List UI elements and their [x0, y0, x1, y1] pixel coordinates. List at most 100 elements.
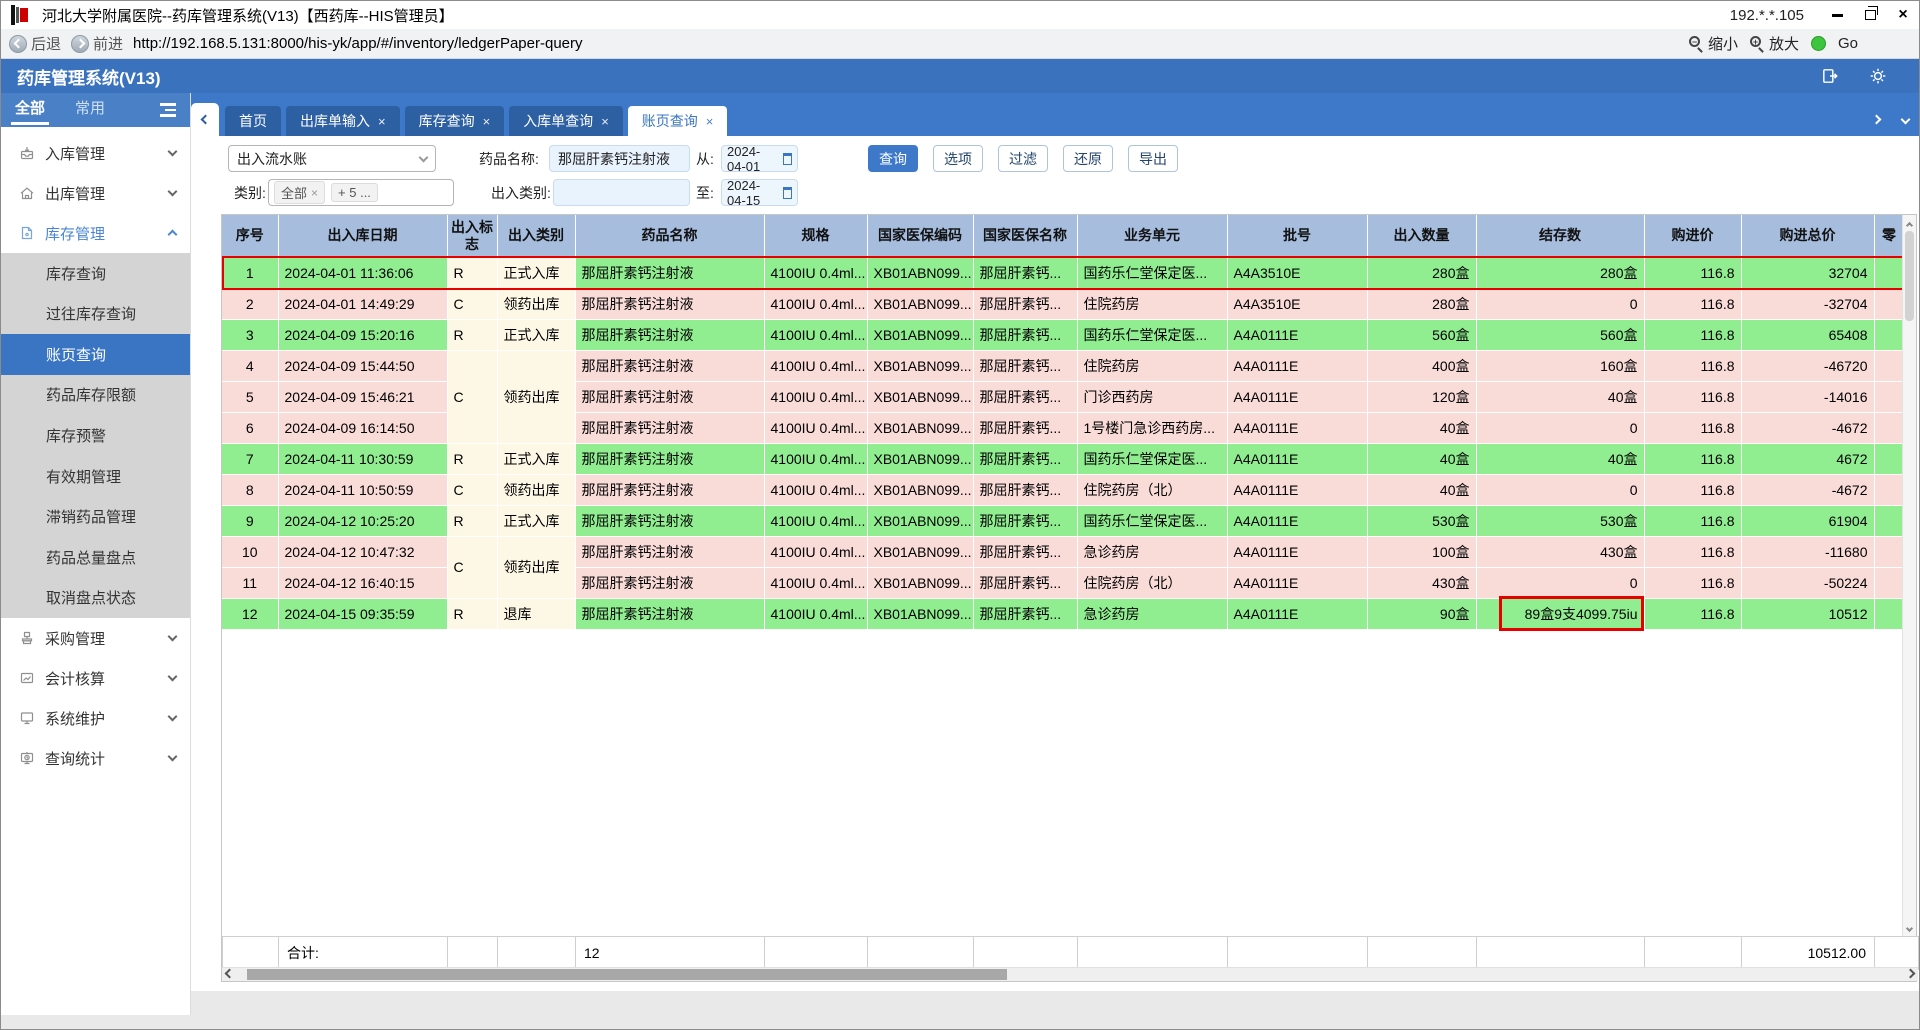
- go-button[interactable]: Go: [1838, 35, 1858, 52]
- column-header-购进总价[interactable]: 购进总价: [1741, 215, 1875, 258]
- tab-出库单输入[interactable]: 出库单输入 ×: [286, 106, 400, 136]
- tab-库存查询[interactable]: 库存查询 ×: [404, 106, 505, 136]
- sidebar-group-入库管理[interactable]: 入库管理: [1, 133, 190, 173]
- column-header-出入库日期[interactable]: 出入库日期: [278, 215, 448, 258]
- date-from-input[interactable]: 2024-04-01: [721, 144, 798, 174]
- cell-date: 2024-04-12 10:25:20: [278, 505, 448, 537]
- tab-close-icon[interactable]: ×: [601, 114, 609, 129]
- scroll-down-icon[interactable]: [1905, 924, 1914, 933]
- sidebar-tab-全部[interactable]: 全部: [10, 93, 50, 127]
- tab-scroll-right-button[interactable]: [1871, 110, 1882, 128]
- tab-账页查询[interactable]: 账页查询 ×: [627, 106, 728, 136]
- table-row[interactable]: 7 2024-04-11 10:30:59 R 正式入库 那屈肝素钙注射液 4100IU …: [222, 443, 1905, 475]
- tag-remove-icon[interactable]: ×: [311, 186, 318, 200]
- back-button[interactable]: 后退: [9, 33, 61, 54]
- filter-button-导出[interactable]: 导出: [1128, 145, 1178, 172]
- tab-入库单查询[interactable]: 入库单查询 ×: [509, 106, 623, 136]
- column-header-国家医保名称[interactable]: 国家医保名称: [973, 215, 1078, 258]
- close-button[interactable]: ×: [1895, 7, 1911, 23]
- sidebar-group-采购管理[interactable]: 采购管理: [1, 618, 190, 658]
- date-to-input[interactable]: 2024-04-15: [721, 178, 798, 208]
- filter-button-选项[interactable]: 选项: [933, 145, 983, 172]
- tab-close-icon[interactable]: ×: [483, 114, 491, 129]
- cell-category: 正式入库: [497, 505, 576, 537]
- table-row[interactable]: 9 2024-04-12 10:25:20 R 正式入库 那屈肝素钙注射液 4100IU …: [222, 505, 1905, 537]
- cell-total: -46720: [1741, 350, 1875, 382]
- column-header-零[interactable]: 零: [1874, 215, 1905, 258]
- column-header-出入数量[interactable]: 出入数量: [1367, 215, 1477, 258]
- filter-button-过滤[interactable]: 过滤: [998, 145, 1048, 172]
- vertical-scrollbar[interactable]: [1902, 215, 1916, 936]
- scroll-up-icon[interactable]: [1905, 221, 1914, 230]
- sidebar-group-库存管理[interactable]: 库存管理: [1, 213, 190, 253]
- table-row[interactable]: 2 2024-04-01 14:49:29 C 领药出库 那屈肝素钙注射液 4100IU …: [222, 288, 1905, 320]
- horizontal-scroll-thumb[interactable]: [247, 969, 1007, 980]
- sidebar-item-过往库存查询[interactable]: 过往库存查询: [1, 294, 190, 335]
- sidebar-item-取消盘点状态[interactable]: 取消盘点状态: [1, 578, 190, 619]
- tab-list-button[interactable]: [1900, 110, 1911, 128]
- sidebar-group-出库管理[interactable]: 出库管理: [1, 173, 190, 213]
- report-type-select[interactable]: 出入流水账: [228, 145, 436, 172]
- scroll-right-icon[interactable]: [1905, 968, 1916, 979]
- url-field[interactable]: http://192.168.5.131:8000/his-yk/app/#/i…: [133, 35, 1689, 52]
- sidebar-item-有效期管理[interactable]: 有效期管理: [1, 456, 190, 497]
- category-multiselect[interactable]: 全部 × + 5 ...: [268, 179, 454, 206]
- forward-button[interactable]: 前进: [71, 33, 123, 54]
- switch-window-icon[interactable]: [1821, 67, 1839, 85]
- table-row[interactable]: 10 2024-04-12 10:47:32 C 领药出库 那屈肝素钙注射液 4100IU…: [222, 536, 1905, 599]
- zoom-out-button[interactable]: − 缩小: [1688, 33, 1738, 54]
- cell-balance: 89盒9支4099.75iu: [1476, 598, 1645, 630]
- vertical-scroll-thumb[interactable]: [1905, 231, 1914, 321]
- tab-首页[interactable]: 首页: [225, 106, 281, 136]
- cell-drug: 那屈肝素钙注射液: [575, 257, 765, 289]
- cell-total: 61904: [1741, 505, 1875, 537]
- cell-unit: 住院药房: [1077, 288, 1228, 320]
- sidebar-group-系统维护[interactable]: 系统维护: [1, 698, 190, 738]
- inout-category-input[interactable]: [553, 179, 690, 206]
- column-header-批号[interactable]: 批号: [1227, 215, 1368, 258]
- column-header-出入标志[interactable]: 出入标志: [447, 215, 498, 258]
- settings-gear-icon[interactable]: [1869, 67, 1887, 85]
- table-row[interactable]: 12 2024-04-15 09:35:59 R 退库 那屈肝素钙注射液 4100IU 0…: [222, 598, 1905, 630]
- cell-price: 116.8: [1644, 567, 1742, 599]
- column-header-序号[interactable]: 序号: [222, 215, 279, 258]
- restore-button[interactable]: [1862, 6, 1878, 23]
- tab-scroll-left-button[interactable]: [191, 103, 219, 136]
- table-row[interactable]: 3 2024-04-09 15:20:16 R 正式入库 那屈肝素钙注射液 4100IU …: [222, 319, 1905, 351]
- table-row[interactable]: 1 2024-04-01 11:36:06 R 正式入库 那屈肝素钙注射液 4100IU …: [222, 257, 1905, 289]
- column-header-业务单元[interactable]: 业务单元: [1077, 215, 1228, 258]
- column-header-购进价[interactable]: 购进价: [1644, 215, 1742, 258]
- scroll-left-icon[interactable]: [224, 968, 235, 979]
- table-row[interactable]: 4 2024-04-09 15:44:50 C 领药出库 那屈肝素钙注射液 4100IU …: [222, 350, 1905, 444]
- category-tag-全部[interactable]: 全部 ×: [274, 181, 326, 204]
- cell-unit: 急诊药房: [1077, 598, 1228, 630]
- zoom-in-button[interactable]: + 放大: [1749, 33, 1799, 54]
- cell-extra: [1874, 257, 1905, 289]
- column-header-国家医保编码[interactable]: 国家医保编码: [867, 215, 974, 258]
- category-tag-+ 5 ...[interactable]: + 5 ...: [331, 183, 378, 202]
- cell-price: 116.8: [1644, 257, 1742, 289]
- horizontal-scrollbar[interactable]: [222, 967, 1918, 981]
- minimize-button[interactable]: [1829, 7, 1845, 23]
- sidebar-tab-常用[interactable]: 常用: [75, 93, 105, 127]
- sidebar-item-账页查询[interactable]: 账页查询: [1, 334, 190, 375]
- sidebar-item-药品总量盘点[interactable]: 药品总量盘点: [1, 537, 190, 578]
- column-header-药品名称[interactable]: 药品名称: [575, 215, 765, 258]
- cell-total: 10512: [1741, 598, 1875, 630]
- column-header-规格[interactable]: 规格: [764, 215, 868, 258]
- sidebar-item-药品库存限额[interactable]: 药品库存限额: [1, 375, 190, 416]
- sidebar-group-查询统计[interactable]: 查询统计: [1, 738, 190, 778]
- table-row[interactable]: 8 2024-04-11 10:50:59 C 领药出库 那屈肝素钙注射液 4100IU …: [222, 474, 1905, 506]
- tab-close-icon[interactable]: ×: [706, 114, 714, 129]
- column-header-结存数[interactable]: 结存数: [1476, 215, 1645, 258]
- sidebar-item-库存查询[interactable]: 库存查询: [1, 253, 190, 294]
- column-header-出入类别[interactable]: 出入类别: [497, 215, 576, 258]
- menu-lines-icon[interactable]: [160, 103, 176, 117]
- sidebar-item-库存预警[interactable]: 库存预警: [1, 415, 190, 456]
- sidebar-item-滞销药品管理[interactable]: 滞销药品管理: [1, 496, 190, 537]
- sidebar-group-会计核算[interactable]: 会计核算: [1, 658, 190, 698]
- drug-name-input[interactable]: 那屈肝素钙注射液: [549, 145, 690, 172]
- tab-close-icon[interactable]: ×: [378, 114, 386, 129]
- filter-button-查询[interactable]: 查询: [868, 145, 918, 172]
- filter-button-还原[interactable]: 还原: [1063, 145, 1113, 172]
